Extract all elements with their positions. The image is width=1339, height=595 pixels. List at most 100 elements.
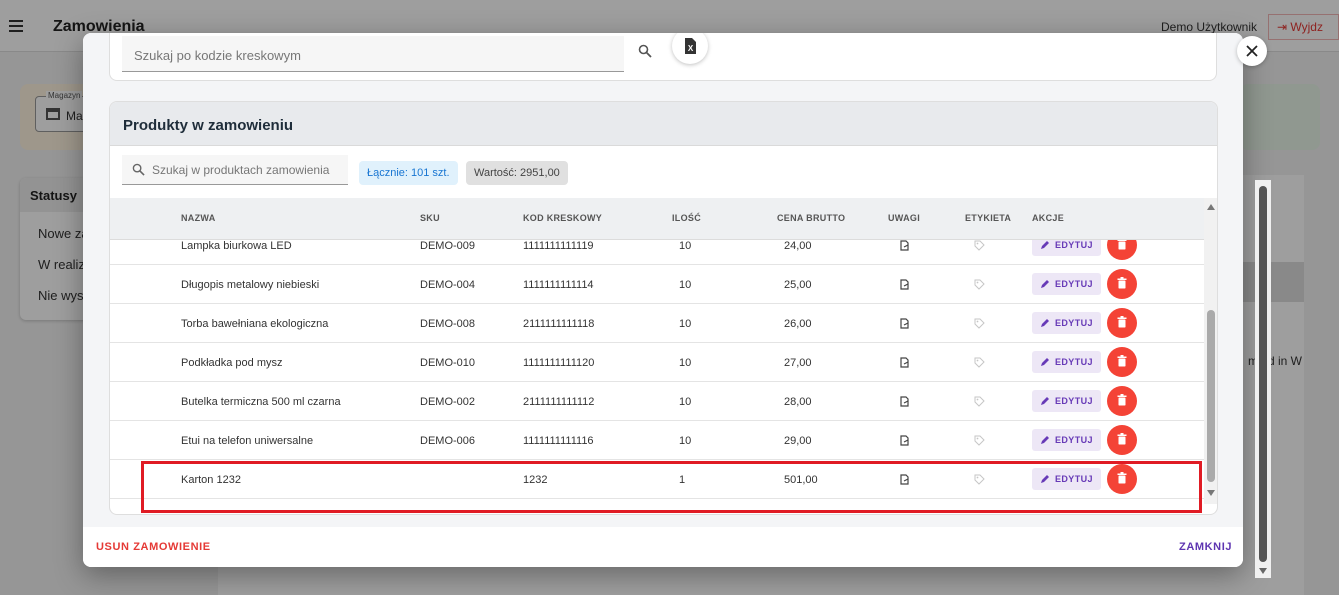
product-barcode: 2111111111112 xyxy=(523,396,595,408)
search-icon[interactable] xyxy=(638,44,652,58)
product-price: 29,00 xyxy=(784,435,812,447)
product-name: Lampka biurkowa LED xyxy=(181,240,292,252)
edit-product-button[interactable]: EDYTUJ xyxy=(1032,390,1101,412)
product-barcode: 1111111111116 xyxy=(523,435,594,447)
product-price: 26,00 xyxy=(784,318,812,330)
close-icon xyxy=(1246,45,1258,57)
barcode-search-input[interactable] xyxy=(122,36,624,72)
table-row[interactable]: Etui na telefon uniwersalne DEMO-006 11111… xyxy=(110,421,1204,460)
dialog-close-button[interactable] xyxy=(1237,36,1267,66)
column-header-sku[interactable]: SKU xyxy=(420,213,440,223)
note-icon[interactable] xyxy=(899,357,910,368)
total-quantity-chip: Łącznie: 101 szt. xyxy=(359,161,458,185)
column-header-name[interactable]: NAZWA xyxy=(181,213,216,223)
product-quantity: 10 xyxy=(679,357,692,369)
scroll-down-icon[interactable] xyxy=(1259,568,1267,574)
pencil-icon xyxy=(1041,280,1049,288)
product-name: Podkładka pod mysz xyxy=(181,357,283,369)
edit-label: EDYTUJ xyxy=(1055,318,1093,328)
row-highlight-box xyxy=(141,461,1202,513)
close-dialog-button[interactable]: ZAMKNIJ xyxy=(1179,541,1232,553)
scrollbar-thumb[interactable] xyxy=(1207,310,1215,482)
column-header-barcode[interactable]: KOD KRESKOWY xyxy=(523,213,602,223)
column-header-quantity[interactable]: ILOŚĆ xyxy=(672,213,701,223)
scroll-up-icon[interactable] xyxy=(1207,204,1215,210)
scroll-down-icon[interactable] xyxy=(1207,490,1215,496)
product-quantity: 10 xyxy=(679,435,692,447)
products-title: Produkty w zamowieniu xyxy=(123,117,294,134)
delete-product-button[interactable] xyxy=(1107,386,1137,416)
note-icon[interactable] xyxy=(899,279,910,290)
label-icon[interactable] xyxy=(974,279,985,290)
edit-label: EDYTUJ xyxy=(1055,357,1093,367)
product-sku: DEMO-009 xyxy=(420,240,476,252)
note-icon[interactable] xyxy=(899,396,910,407)
products-search-field[interactable] xyxy=(122,155,348,185)
trash-icon xyxy=(1117,394,1127,406)
label-icon[interactable] xyxy=(974,240,985,251)
edit-label: EDYTUJ xyxy=(1055,435,1093,445)
products-table: Lampka biurkowa LED DEMO-009 1111111111119… xyxy=(110,198,1204,504)
note-icon[interactable] xyxy=(899,435,910,446)
table-row[interactable]: Torba bawełniana ekologiczna DEMO-008 2111… xyxy=(110,304,1204,343)
page-scrollbar-thumb[interactable] xyxy=(1259,186,1267,562)
label-icon[interactable] xyxy=(974,357,985,368)
products-search-input[interactable] xyxy=(152,155,342,185)
label-icon[interactable] xyxy=(974,318,985,329)
product-quantity: 10 xyxy=(679,279,692,291)
column-header-actions: AKCJE xyxy=(1032,213,1065,223)
column-header-notes[interactable]: UWAGI xyxy=(888,213,920,223)
product-barcode: 1111111111114 xyxy=(523,279,594,291)
product-name: Butelka termiczna 500 ml czarna xyxy=(181,396,341,408)
product-sku: DEMO-010 xyxy=(420,357,476,369)
product-quantity: 10 xyxy=(679,396,692,408)
edit-product-button[interactable]: EDYTUJ xyxy=(1032,429,1101,451)
product-barcode: 2111111111118 xyxy=(523,318,595,330)
note-icon[interactable] xyxy=(899,318,910,329)
page-scrollbar[interactable] xyxy=(1255,180,1271,578)
table-row[interactable]: Długopis metalowy niebieski DEMO-004 11111… xyxy=(110,265,1204,304)
products-header: Produkty w zamowieniu xyxy=(110,102,1217,146)
label-icon[interactable] xyxy=(974,396,985,407)
dialog-body: X Produkty w zamowieniu Łącznie: 101 szt… xyxy=(83,33,1243,527)
edit-product-button[interactable]: EDYTUJ xyxy=(1032,312,1101,334)
product-price: 27,00 xyxy=(784,357,812,369)
edit-label: EDYTUJ xyxy=(1055,396,1093,406)
column-header-price[interactable]: CENA BRUTTO xyxy=(777,213,845,223)
edit-label: EDYTUJ xyxy=(1055,240,1093,250)
product-barcode: 1111111111119 xyxy=(523,240,594,252)
svg-text:X: X xyxy=(688,44,694,53)
product-price: 25,00 xyxy=(784,279,812,291)
pencil-icon xyxy=(1041,358,1049,366)
trash-icon xyxy=(1117,355,1127,367)
delete-product-button[interactable] xyxy=(1107,269,1137,299)
search-icon xyxy=(132,163,145,176)
table-row[interactable]: Butelka termiczna 500 ml czarna DEMO-002 2… xyxy=(110,382,1204,421)
delete-product-button[interactable] xyxy=(1107,347,1137,377)
note-icon[interactable] xyxy=(899,240,910,251)
edit-product-button[interactable]: EDYTUJ xyxy=(1032,351,1101,373)
trash-icon xyxy=(1117,316,1127,328)
pencil-icon xyxy=(1041,319,1049,327)
edit-product-button[interactable]: EDYTUJ xyxy=(1032,273,1101,295)
excel-import-button[interactable]: X xyxy=(672,33,708,64)
product-sku: DEMO-008 xyxy=(420,318,476,330)
excel-icon: X xyxy=(685,38,696,54)
product-name: Torba bawełniana ekologiczna xyxy=(181,318,329,330)
delete-product-button[interactable] xyxy=(1107,308,1137,338)
trash-icon xyxy=(1117,277,1127,289)
products-table-body: Lampka biurkowa LED DEMO-009 1111111111119… xyxy=(110,226,1204,499)
delete-product-button[interactable] xyxy=(1107,425,1137,455)
product-barcode: 1111111111120 xyxy=(523,357,595,369)
table-scrollbar[interactable] xyxy=(1204,198,1217,504)
column-header-label[interactable]: ETYKIETA xyxy=(965,213,1011,223)
product-sku: DEMO-004 xyxy=(420,279,476,291)
pencil-icon xyxy=(1041,241,1049,249)
delete-order-button[interactable]: USUN ZAMOWIENIE xyxy=(96,541,211,553)
label-icon[interactable] xyxy=(974,435,985,446)
product-quantity: 10 xyxy=(679,240,692,252)
table-row[interactable]: Podkładka pod mysz DEMO-010 1111111111120 1… xyxy=(110,343,1204,382)
total-value-chip: Wartość: 2951,00 xyxy=(466,161,568,185)
product-sku: DEMO-006 xyxy=(420,435,476,447)
barcode-search-card: X xyxy=(109,33,1217,81)
